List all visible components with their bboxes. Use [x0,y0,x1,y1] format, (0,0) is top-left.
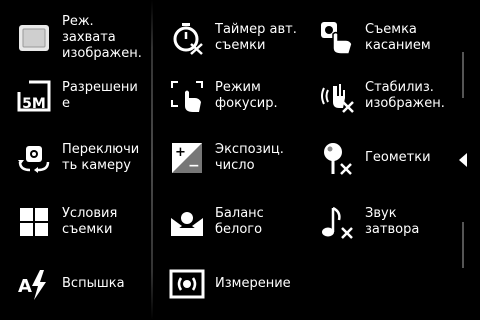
menu-item-focus-mode[interactable]: Режим фокусир. [153,68,303,124]
menu-item-exposure[interactable]: + − Экспозиц. число [153,130,303,186]
menu-item-flash[interactable]: A Вспышка [0,256,152,312]
menu-item-touch-shot[interactable]: Съемка касанием [303,10,453,66]
rail-line [462,52,464,98]
menu-item-geotag[interactable]: Геометки [303,130,453,186]
menu-item-label: Разрешени е [62,80,138,111]
scene-grid-icon [16,204,52,240]
metering-icon [169,266,205,302]
stabilization-off-icon [319,78,355,114]
geotag-off-icon [319,140,355,176]
exposure-icon: + − [169,140,205,176]
menu-item-label: Переключи ть камеру [62,142,140,173]
svg-text:−: − [188,158,200,174]
capture-mode-icon [16,20,52,56]
menu-item-switch-camera[interactable]: Переключи ть камеру [0,130,152,186]
menu-item-label: Реж. захвата изображен. [62,14,142,61]
white-balance-icon [169,204,205,240]
menu-column-1: Реж. захвата изображен. 5M Разрешени е П… [0,0,152,320]
menu-item-label: Съемка касанием [365,22,431,53]
menu-item-label: Баланс белого [215,206,264,237]
svg-text:5M: 5M [22,96,46,112]
menu-column-2: Таймер авт. съемки Режим фокусир. + − Экс… [153,0,303,320]
timer-off-icon [169,20,205,56]
switch-camera-icon [16,140,52,176]
menu-item-label: Таймер авт. съемки [215,22,297,53]
menu-item-capture-mode[interactable]: Реж. захвата изображен. [0,10,152,66]
menu-column-3: Съемка касанием Стабилиз. изображен. Гео… [303,0,453,320]
svg-text:+: + [175,145,186,160]
focus-touch-icon [169,78,205,114]
shutter-sound-off-icon [319,204,355,240]
menu-item-self-timer[interactable]: Таймер авт. съемки [153,10,303,66]
menu-item-label: Звук затвора [365,206,420,237]
column-divider [300,0,302,320]
menu-item-metering[interactable]: Измерение [153,256,303,312]
menu-item-scene-mode[interactable]: Условия съемки [0,194,152,250]
menu-item-label: Режим фокусир. [215,80,278,111]
touch-shot-icon [319,20,355,56]
flash-auto-icon: A [16,266,52,302]
svg-text:A: A [18,276,32,297]
menu-item-label: Экспозиц. число [215,142,284,173]
rail-line [462,222,464,268]
menu-item-resolution[interactable]: 5M Разрешени е [0,68,152,124]
arrow-left-icon[interactable] [459,153,467,167]
menu-item-label: Вспышка [62,276,125,291]
menu-item-shutter-sound[interactable]: Звук затвора [303,194,453,250]
menu-item-white-balance[interactable]: Баланс белого [153,194,303,250]
menu-item-stabilization[interactable]: Стабилиз. изображен. [303,68,453,124]
resolution-5m-icon: 5M [16,78,52,114]
menu-item-label: Геометки [365,150,431,165]
menu-item-label: Измерение [215,276,291,291]
menu-item-label: Стабилиз. изображен. [365,80,445,111]
menu-item-label: Условия съемки [62,206,118,237]
